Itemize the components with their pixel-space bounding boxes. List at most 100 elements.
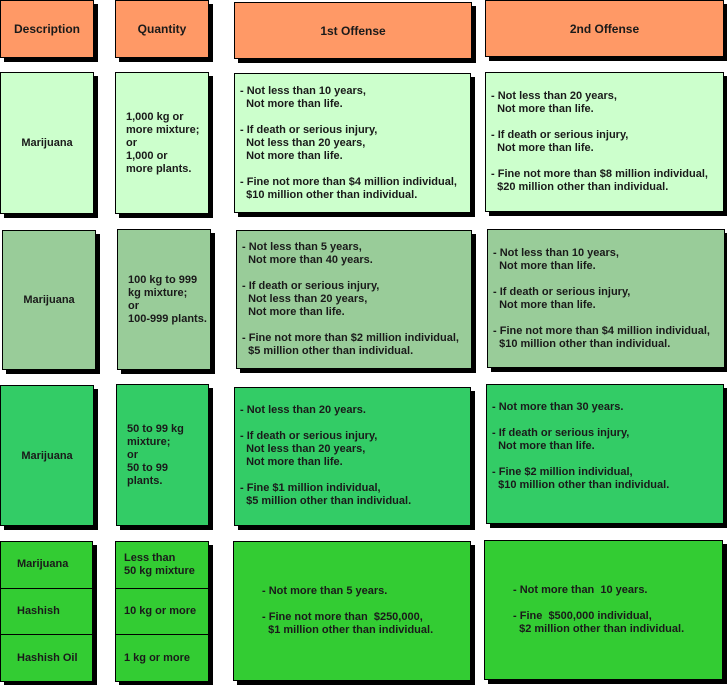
text-line: 100-999 plants. (128, 312, 207, 325)
row1-quantity: 1,000 kg or more mixture; or 1,000 or more p… (115, 72, 209, 214)
penalty-item: - Fine not more than $4 million individu… (240, 176, 470, 202)
text-line: 1,000 kg or (126, 110, 184, 123)
quantity-text: 100 kg to 999 kg mixture; or 100-999 plants… (128, 274, 207, 326)
quantity-cell: 10 kg or more (116, 589, 208, 636)
text-line: 50 kg mixture (124, 564, 195, 577)
penalty-line: $10 million other than individual. (492, 479, 670, 491)
row4-descriptions: Marijuana Hashish Hashish Oil (0, 541, 93, 682)
penalty-line: - If death or serious injury, (242, 280, 380, 292)
text-line: 100 kg to 999 (128, 273, 198, 286)
text-line: 1 kg or more (124, 651, 191, 664)
penalty-line: - Not less than 10 years, (493, 246, 619, 259)
text-line: 50 to 99 kg (127, 422, 184, 435)
quantity-text: 1,000 kg or more mixture; or 1,000 or more p… (126, 111, 199, 176)
quantity-cell: 1 kg or more (116, 635, 208, 681)
penalty-line: Not more than 40 years. (242, 254, 373, 266)
penalty-item: - Fine not more than $4 million individu… (493, 325, 724, 351)
row2-quantity: 100 kg to 999 kg mixture; or 100-999 plants… (117, 229, 211, 370)
penalty-line: - Fine not more than $2 million individu… (242, 332, 459, 344)
penalty-line: $5 million other than individual. (240, 495, 412, 507)
penalty-line: $10 million other than individual. (240, 188, 418, 201)
penalty-line: - Not more than 30 years. (492, 401, 624, 413)
text-line: mixture; (127, 435, 171, 448)
penalty-item: - If death or serious injury, Not more t… (491, 129, 723, 155)
penalty-line: Not less than 20 years, (242, 293, 368, 305)
row1-first-offense: - Not less than 10 years, Not more than … (234, 73, 471, 213)
row3-description: Marijuana (0, 385, 94, 526)
penalty-line: Not more than life. (493, 259, 596, 272)
penalty-item: - If death or serious injury, Not less t… (240, 124, 470, 163)
header-first-offense: 1st Offense (234, 2, 472, 59)
penalty-line: - Fine $2 million individual, (492, 466, 633, 478)
description-label: Hashish (17, 605, 60, 617)
penalty-line: Not more than life. (491, 103, 594, 115)
header-description-label: Description (13, 22, 80, 36)
penalty-item: - Fine $1 million individual, $5 million… (240, 482, 470, 508)
penalty-line: - Fine not more than $4 million individu… (240, 175, 457, 188)
penalty-item: - If death or serious injury, Not more t… (493, 286, 724, 312)
penalty-line: Not more than life. (492, 440, 595, 452)
row3-second-offense: - Not more than 30 years. - If death or s… (486, 384, 724, 524)
penalty-item: - Not more than 5 years. (262, 585, 470, 598)
penalty-line: Not more than life. (242, 306, 345, 318)
row2-first-offense: - Not less than 5 years, Not more than 4… (236, 230, 472, 369)
quantity-cell: Less than 50 kg mixture (116, 542, 208, 589)
text-line: kg mixture; (128, 286, 188, 299)
penalty-line: - Fine $500,000 individual, (513, 610, 652, 622)
text-line: 50 to 99 (127, 461, 168, 474)
row2-second-offense: - Not less than 10 years, Not more than … (487, 229, 725, 368)
header-second-offense-label: 2nd Offense (569, 21, 640, 36)
row4-second-offense: - Not more than 10 years. - Fine $500,000… (484, 540, 723, 680)
penalty-line: $20 million other than individual. (491, 181, 669, 193)
penalty-item: - Not less than 5 years, Not more than 4… (242, 241, 471, 267)
description-cell: Marijuana (1, 542, 92, 589)
header-first-offense-label: 1st Offense (320, 23, 386, 38)
penalty-line: - Not less than 10 years, (240, 84, 366, 97)
description-label: Hashish Oil (17, 651, 78, 664)
penalty-item: - If death or serious injury, Not less t… (242, 280, 471, 319)
row3-first-offense: - Not less than 20 years. - If death or s… (234, 387, 471, 526)
penalty-item: - Not less than 10 years, Not more than … (493, 247, 724, 273)
row4-first-offense: - Not more than 5 years. - Fine not more … (233, 541, 471, 681)
penalty-line: - Fine not more than $250,000, (262, 611, 423, 623)
penalty-line: - Fine not more than $4 million individu… (493, 324, 710, 337)
penalty-item: - Not more than 30 years. (492, 401, 723, 414)
penalty-line: Not more than life. (493, 298, 596, 311)
penalty-item: - If death or serious injury, Not less t… (240, 430, 470, 469)
text-line: more plants. (126, 162, 192, 175)
penalty-line: $1 million other than individual. (262, 624, 434, 636)
quantity-text: 50 to 99 kg mixture; or 50 to 99 plants. (127, 423, 184, 488)
quantity-text: 10 kg or more (124, 605, 196, 618)
penalty-line: - If death or serious injury, (493, 285, 631, 298)
penalty-line: $5 million other than individual. (242, 345, 414, 357)
description-cell: Hashish Oil (1, 635, 92, 681)
text-line: 10 kg or more (124, 605, 197, 617)
penalty-line: - If death or serious injury, (491, 129, 629, 141)
penalty-item: - If death or serious injury, Not more t… (492, 427, 723, 453)
penalty-line: - Fine $1 million individual, (240, 482, 381, 494)
text-line: plants. (127, 474, 163, 487)
penalty-item: - Not more than 10 years. (513, 584, 722, 597)
penalty-item: - Not less than 10 years, Not more than … (240, 85, 470, 111)
penalty-line: - Fine not more than $8 million individu… (491, 168, 708, 180)
row4-quantities: Less than 50 kg mixture 10 kg or more 1 k… (115, 541, 209, 682)
text-line: or (128, 299, 139, 312)
row2-description: Marijuana (2, 230, 96, 370)
penalty-item: - Not less than 20 years. (240, 404, 470, 417)
description-label: Marijuana (21, 449, 73, 462)
penalty-line: $2 million other than individual. (513, 623, 685, 635)
quantity-text: Less than 50 kg mixture (124, 552, 195, 578)
row3-quantity: 50 to 99 kg mixture; or 50 to 99 plants. (116, 384, 209, 526)
header-second-offense: 2nd Offense (485, 0, 724, 57)
penalty-item: - Fine $2 million individual, $10 millio… (492, 466, 723, 492)
quantity-text: 1 kg or more (124, 652, 190, 665)
header-quantity: Quantity (115, 0, 209, 58)
penalty-item: - Fine not more than $2 million individu… (242, 332, 471, 358)
row1-description: Marijuana (0, 72, 94, 214)
penalty-line: Not less than 20 years, (240, 136, 366, 149)
description-label: Marijuana (17, 558, 69, 571)
penalty-item: - Not less than 20 years, Not more than … (491, 90, 723, 116)
penalty-line: - If death or serious injury, (492, 427, 630, 439)
penalty-item: - Fine not more than $8 million individu… (491, 168, 723, 194)
text-line: or (127, 448, 138, 461)
